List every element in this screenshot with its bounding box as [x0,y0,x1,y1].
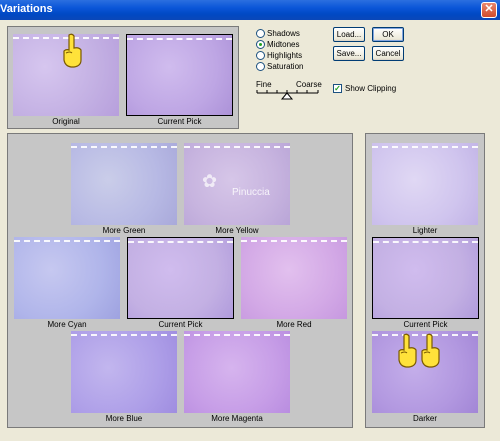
more-green-thumbnail[interactable] [71,143,177,225]
more-magenta-thumbnail[interactable] [184,331,290,413]
check-icon: ✓ [334,84,341,93]
comparison-panel: Original Current Pick [7,26,239,129]
current-pick-label-center: Current Pick [158,320,203,329]
title-bar: Variations ✕ [0,0,500,20]
color-variations-panel: More Green Pinuccia ✿ More Yellow More C… [7,133,353,428]
more-yellow-thumbnail[interactable]: Pinuccia ✿ [184,143,290,225]
midtones-radio[interactable] [256,40,265,49]
pinuccia-watermark: Pinuccia [232,187,270,198]
pointing-hand-icon [421,333,440,368]
slider-thumb-icon [280,92,294,100]
saturation-label: Saturation [267,62,304,71]
ok-button[interactable]: OK [372,27,404,42]
highlights-radio[interactable] [256,51,265,60]
saturation-radio[interactable] [256,62,265,71]
current-pick-thumbnail-center[interactable] [127,237,234,319]
save-button[interactable]: Save... [333,46,365,61]
lightness-panel: Lighter Current Pick Darker [365,133,485,428]
lighter-label: Lighter [412,226,438,235]
current-pick-thumbnail-top [126,34,233,116]
window-title: Variations [0,3,53,15]
darker-label: Darker [412,414,437,423]
show-clipping-checkbox[interactable]: ✓ [333,84,342,93]
more-red-label: More Red [276,320,312,329]
more-green-label: More Green [102,226,146,235]
original-label: Original [52,117,80,126]
highlights-label: Highlights [267,51,303,60]
show-clipping-label: Show Clipping [345,84,397,93]
close-icon: ✕ [484,3,494,15]
more-cyan-label: More Cyan [47,320,87,329]
shadows-radio[interactable] [256,29,265,38]
pointing-hand-icon [398,333,417,368]
current-pick-label-right: Current Pick [403,320,448,329]
more-blue-thumbnail[interactable] [71,331,177,413]
more-cyan-thumbnail[interactable] [14,237,120,319]
shadows-label: Shadows [267,29,300,38]
more-blue-label: More Blue [105,414,143,423]
lighter-thumbnail[interactable] [372,143,478,225]
current-pick-thumbnail-right[interactable] [372,237,479,319]
more-red-thumbnail[interactable] [241,237,347,319]
more-yellow-label: More Yellow [215,226,259,235]
midtones-label: Midtones [267,40,300,49]
pointing-hand-icon [63,33,82,68]
close-button[interactable]: ✕ [481,2,497,18]
variations-dialog: Variations ✕ Original Current Pick Shado… [0,0,500,441]
fine-coarse-slider[interactable] [256,88,320,100]
load-button[interactable]: Load... [333,27,365,42]
more-magenta-label: More Magenta [211,414,263,423]
watermark-flower-icon: ✿ [202,171,218,191]
current-pick-label-top: Current Pick [157,117,202,126]
cancel-button[interactable]: Cancel [372,46,404,61]
